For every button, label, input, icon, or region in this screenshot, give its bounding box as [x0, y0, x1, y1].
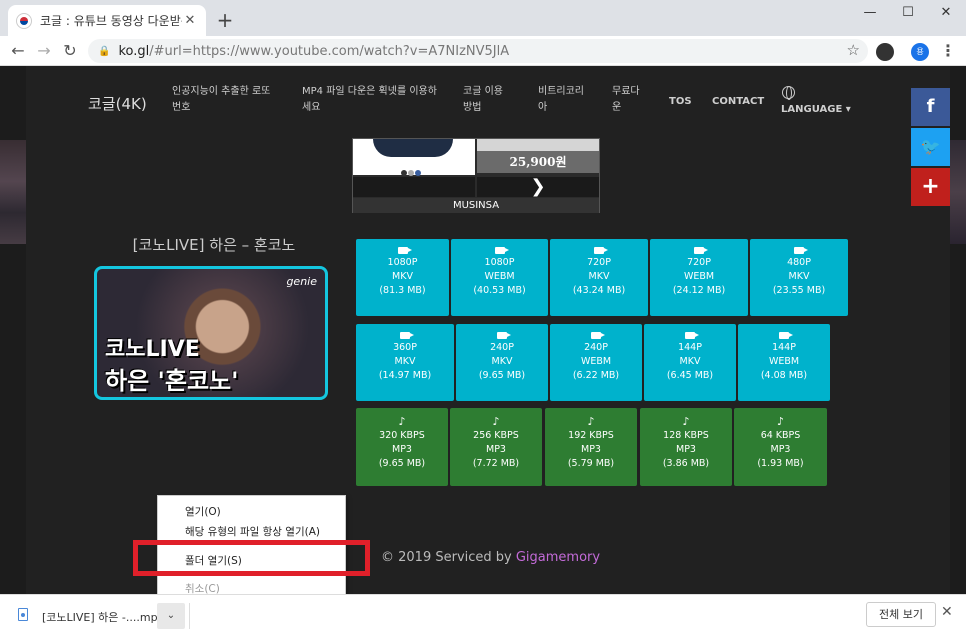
shelf-divider — [189, 603, 190, 629]
video-camera-icon — [685, 332, 699, 339]
gigamemory-link[interactable]: Gigamemory — [516, 550, 600, 565]
thumbnail-caption-1: 코노LIVE — [105, 337, 200, 362]
musinsa-ad[interactable]: 25,900원 ❯ MUSINSA — [352, 138, 600, 213]
maximize-button[interactable]: ☐ — [892, 4, 924, 22]
close-shelf-icon[interactable]: ✕ — [941, 604, 953, 620]
menu-kebab-icon[interactable]: ⋮ — [938, 41, 958, 61]
music-note-icon: ♪ — [682, 415, 690, 428]
url-path: /#url=https://www.youtube.com/watch?v=A7… — [149, 43, 510, 59]
address-bar[interactable]: 🔒 ko.gl /#url=https://www.youtube.com/wa… — [88, 39, 868, 63]
close-tab-icon[interactable]: ✕ — [182, 13, 198, 28]
bookmark-star-icon[interactable]: ☆ — [847, 41, 860, 59]
menu-open[interactable]: 열기(O) — [185, 504, 221, 519]
download-320kbps-mp3-button[interactable]: ♪ 320 KBPS MP3 (9.65 MB) — [356, 408, 448, 486]
music-note-icon: ♪ — [398, 415, 406, 428]
nav-tos[interactable]: TOS — [669, 94, 692, 110]
lock-icon: 🔒 — [98, 45, 111, 57]
download-256kbps-mp3-button[interactable]: ♪ 256 KBPS MP3 (7.72 MB) — [450, 408, 542, 486]
download-64kbps-mp3-button[interactable]: ♪ 64 KBPS MP3 (1.93 MB) — [734, 408, 827, 486]
video-thumbnail[interactable]: genie 코노LIVE 하은 '혼코노' — [94, 266, 328, 400]
nav-how-to-use[interactable]: 코글 이용 방법 — [463, 84, 513, 116]
more-share-button[interactable]: + — [911, 168, 950, 206]
web-page: 코글(4K) 인공지능이 추출한 로또 번호 MP4 파일 다운은 휙넷를 이용… — [0, 66, 966, 594]
video-camera-icon — [694, 247, 708, 254]
globe-icon[interactable] — [782, 86, 795, 100]
video-camera-icon — [594, 247, 608, 254]
download-240p-webm-button[interactable]: 240P WEBM (6.22 MB) — [550, 324, 642, 401]
download-480p-mkv-button[interactable]: 480P MKV (23.55 MB) — [750, 239, 848, 316]
nav-free-download[interactable]: 무료다운 — [612, 84, 648, 116]
incognito-extension-icon[interactable] — [876, 43, 894, 61]
download-1080p-webm-button[interactable]: 1080P WEBM (40.53 MB) — [451, 239, 548, 316]
profile-avatar[interactable]: 용 — [911, 43, 929, 61]
site-brand[interactable]: 코글(4K) — [88, 93, 147, 114]
audio-file-icon — [18, 608, 28, 621]
facebook-share-button[interactable]: f — [911, 88, 950, 126]
download-144p-webm-button[interactable]: 144P WEBM (4.08 MB) — [738, 324, 830, 401]
ad-empty-cell — [353, 177, 475, 197]
music-note-icon: ♪ — [492, 415, 500, 428]
reload-icon[interactable]: ↻ — [60, 41, 80, 61]
video-camera-icon — [779, 332, 793, 339]
download-shelf: [코노LIVE] 하은 -....mp3 ⌄ 전체 보기 ✕ — [0, 594, 966, 635]
footer-copyright: © 2019 Serviced by Gigamemory — [381, 550, 601, 565]
video-camera-icon — [397, 247, 412, 254]
new-tab-button[interactable]: + — [214, 9, 236, 31]
download-240p-mkv-button[interactable]: 240P MKV (9.65 MB) — [456, 324, 548, 401]
download-128kbps-mp3-button[interactable]: ♪ 128 KBPS MP3 (3.86 MB) — [640, 408, 732, 486]
ad-product-image-2 — [477, 139, 599, 151]
download-1080p-mkv-button[interactable]: 1080P MKV (81.3 MB) — [356, 239, 449, 316]
download-filename[interactable]: [코노LIVE] 하은 -....mp3 — [42, 609, 165, 625]
background-image-left — [0, 140, 26, 244]
url-host: ko.gl — [118, 43, 150, 59]
ad-price: 25,900원 — [477, 151, 599, 173]
download-720p-webm-button[interactable]: 720P WEBM (24.12 MB) — [650, 239, 748, 316]
video-camera-icon — [400, 332, 414, 339]
video-camera-icon — [494, 247, 509, 254]
ad-next-chevron-icon[interactable]: ❯ — [477, 177, 599, 197]
nav-lotto[interactable]: 인공지능이 추출한 로또 번호 — [172, 84, 282, 116]
download-720p-mkv-button[interactable]: 720P MKV (43.24 MB) — [550, 239, 648, 316]
nav-contact[interactable]: CONTACT — [712, 94, 764, 110]
video-camera-icon — [794, 247, 808, 254]
show-all-downloads-button[interactable]: 전체 보기 — [866, 602, 936, 627]
menu-always-open[interactable]: 해당 유형의 파일 항상 열기(A) — [185, 524, 320, 539]
site-navbar: 코글(4K) 인공지능이 추출한 로또 번호 MP4 파일 다운은 휙넷를 이용… — [26, 66, 950, 138]
toolbar: ← → ↻ 🔒 ko.gl /#url=https://www.youtube.… — [0, 36, 966, 66]
minimize-button[interactable]: — — [854, 4, 886, 22]
music-note-icon: ♪ — [776, 415, 785, 428]
tab-title: 코글 : 유튜브 동영상 다운받는법 — [40, 14, 182, 28]
nav-mp4-download[interactable]: MP4 파일 다운은 휙넷를 이용하세요 — [302, 84, 442, 116]
back-arrow-icon[interactable]: ← — [8, 41, 28, 61]
thumbnail-caption-2: 하은 '혼코노' — [105, 367, 239, 395]
download-360p-mkv-button[interactable]: 360P MKV (14.97 MB) — [356, 324, 454, 401]
ad-brand-label: MUSINSA — [353, 198, 599, 213]
download-144p-mkv-button[interactable]: 144P MKV (6.45 MB) — [644, 324, 736, 401]
close-window-button[interactable]: ✕ — [930, 4, 962, 22]
background-image-right — [950, 140, 966, 244]
video-camera-icon — [591, 332, 605, 339]
twitter-share-button[interactable]: 🐦 — [911, 128, 950, 166]
tab-strip: 코글 : 유튜브 동영상 다운받는법 ✕ + — ☐ ✕ — [0, 0, 966, 36]
music-note-icon: ♪ — [587, 415, 595, 428]
nav-bitree[interactable]: 비트리코리아 — [538, 84, 586, 116]
download-options-chevron-icon[interactable]: ⌄ — [157, 603, 185, 629]
nav-language[interactable]: LANGUAGE ▾ — [781, 102, 851, 118]
genie-logo: genie — [286, 275, 317, 288]
ad-product-image — [353, 139, 475, 176]
highlight-annotation — [133, 540, 370, 576]
shirt-image — [373, 139, 453, 157]
download-192kbps-mp3-button[interactable]: ♪ 192 KBPS MP3 (5.79 MB) — [545, 408, 637, 486]
korea-flag-icon — [16, 12, 32, 29]
forward-arrow-icon[interactable]: → — [34, 41, 54, 61]
video-camera-icon — [497, 332, 511, 339]
video-title: [코노LIVE] 하은 – 혼코노 — [132, 236, 296, 254]
browser-tab[interactable]: 코글 : 유튜브 동영상 다운받는법 ✕ — [8, 5, 206, 36]
